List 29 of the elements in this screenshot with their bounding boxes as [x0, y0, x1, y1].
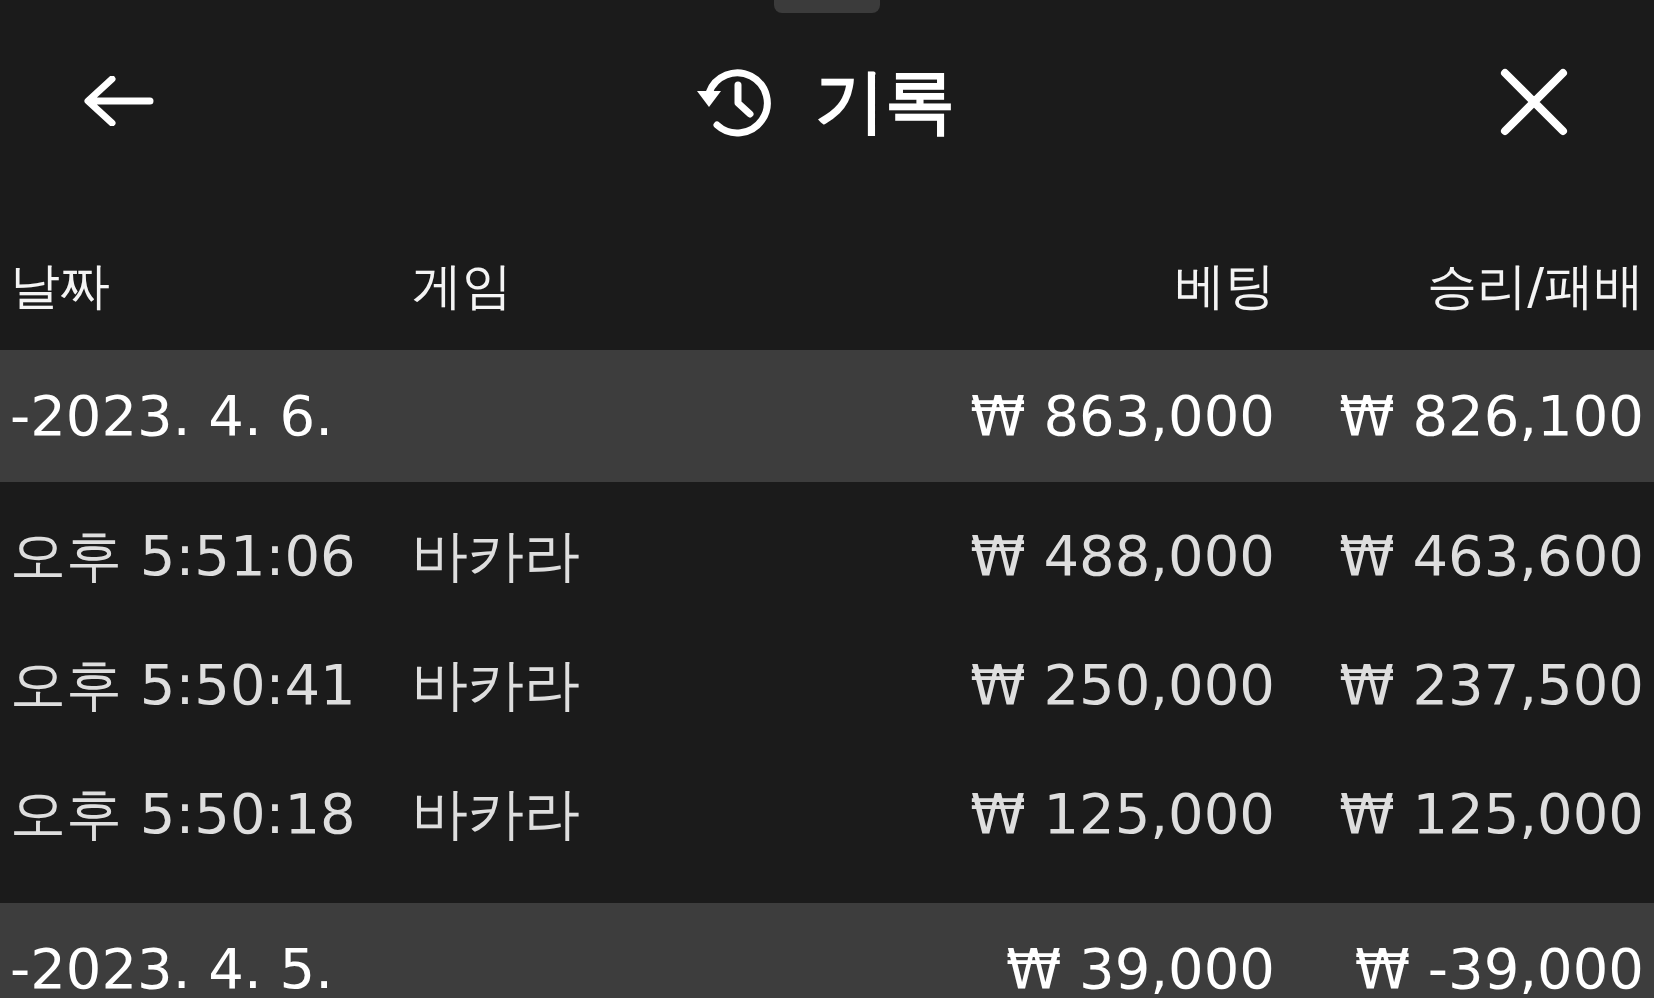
bet-cell: ₩ 125,000 [970, 782, 1275, 847]
result-cell: ₩ 125,000 [1339, 782, 1644, 847]
game-column-header: 게임 [412, 256, 512, 316]
group-date: -2023. 4. 6. [10, 383, 333, 449]
game-cell: 바카라 [412, 524, 580, 589]
game-cell: 바카라 [412, 782, 580, 847]
result-cell: ₩ 463,600 [1339, 524, 1644, 589]
bet-column-header: 베팅 [1175, 256, 1275, 316]
result-cell: ₩ 237,500 [1339, 653, 1644, 718]
sheet-title: 기록 [815, 66, 955, 136]
group-result-total: ₩ 826,100 [1339, 383, 1644, 449]
close-button[interactable] [1498, 66, 1570, 138]
drag-handle[interactable] [774, 0, 880, 13]
group-result-total: ₩ -39,000 [1354, 936, 1644, 998]
date-column-header: 날짜 [10, 256, 110, 316]
close-icon [1500, 68, 1568, 136]
bet-cell: ₩ 250,000 [970, 653, 1275, 718]
bet-cell: ₩ 488,000 [970, 524, 1275, 589]
time-cell: 오후 5:50:41 [10, 653, 356, 718]
time-cell: 오후 5:50:18 [10, 782, 356, 847]
group-bet-total: ₩ 39,000 [1005, 936, 1275, 998]
date-group-row[interactable]: -2023. 4. 5. ₩ 39,000 ₩ -39,000 [0, 903, 1654, 998]
time-cell: 오후 5:51:06 [10, 524, 356, 589]
game-cell: 바카라 [412, 653, 580, 718]
date-group-row[interactable]: -2023. 4. 6. ₩ 863,000 ₩ 826,100 [0, 350, 1654, 482]
result-column-header: 승리/패배 [1427, 256, 1644, 316]
group-bet-total: ₩ 863,000 [970, 383, 1275, 449]
back-arrow-icon [82, 76, 154, 126]
group-date: -2023. 4. 5. [10, 936, 333, 998]
